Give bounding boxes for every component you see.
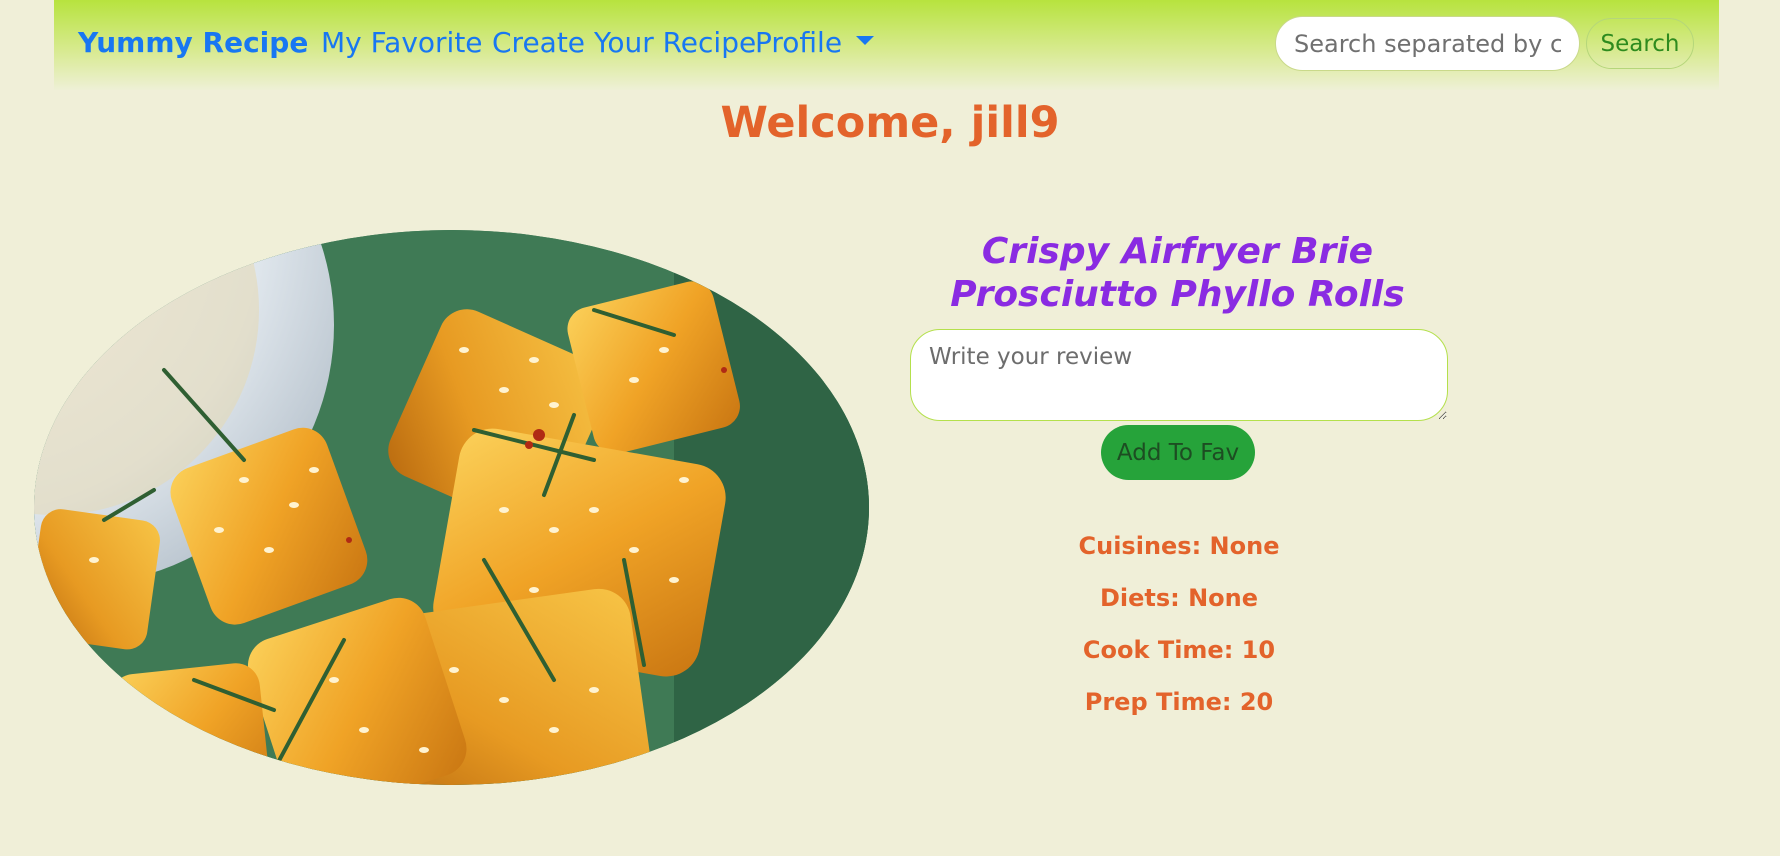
- brand-link[interactable]: Yummy Recipe: [78, 26, 308, 59]
- nav-link-profile[interactable]: Profile: [755, 26, 875, 59]
- welcome-heading: Welcome, jill9: [720, 98, 1060, 148]
- chevron-down-icon: [856, 35, 875, 45]
- cuisines-info: Cuisines: None: [1078, 532, 1280, 560]
- add-to-fav-button[interactable]: Add To Fav: [1101, 425, 1255, 480]
- profile-label: Profile: [755, 26, 843, 59]
- prep-time-info: Prep Time: 20: [1084, 688, 1274, 716]
- review-textarea[interactable]: [910, 329, 1448, 421]
- search-button[interactable]: Search: [1586, 18, 1694, 69]
- search-input[interactable]: [1275, 16, 1580, 71]
- navbar: Yummy Recipe My Favorite Create Your Rec…: [54, 0, 1719, 90]
- recipe-image: [34, 230, 869, 785]
- nav-link-my-favorite[interactable]: My Favorite: [321, 26, 483, 59]
- recipe-title: Crispy Airfryer Brie Prosciutto Phyllo R…: [950, 231, 1405, 315]
- nav-link-create-recipe[interactable]: Create Your Recipe: [492, 26, 756, 59]
- cook-time-info: Cook Time: 10: [1082, 636, 1276, 664]
- diets-info: Diets: None: [1099, 584, 1259, 612]
